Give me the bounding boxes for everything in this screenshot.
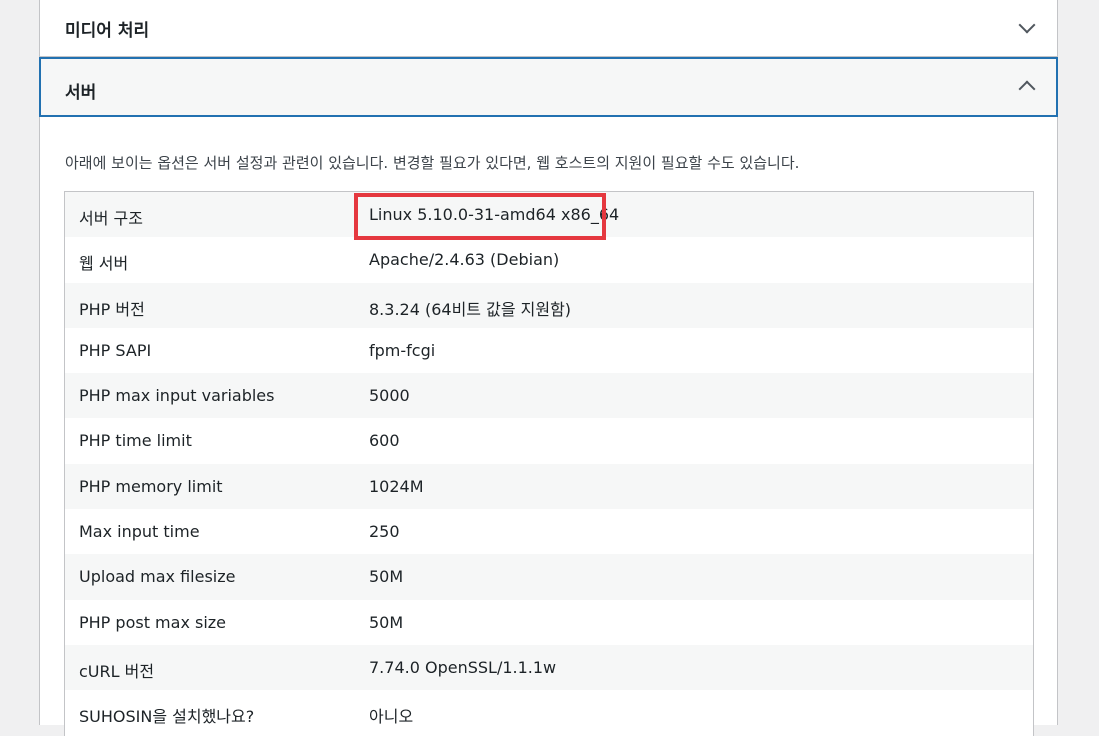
table-row: 웹 서버 Apache/2.4.63 (Debian) [65,237,1033,283]
row-value: 600 [369,431,400,451]
accordion-server-title: 서버 [65,83,97,103]
table-row: PHP max input variables 5000 [65,373,1033,419]
table-row: PHP post max size 50M [65,599,1033,645]
table-row: PHP time limit 600 [65,418,1033,464]
row-label: 웹 서버 [79,254,129,274]
row-value: fpm-fcgi [369,340,436,360]
table-row: SUHOSIN을 설치했나요? 아니오 [65,690,1033,736]
server-description: 아래에 보이는 옵션은 서버 설정과 관련이 있습니다. 변경할 필요가 있다면… [65,154,800,172]
row-label: SUHOSIN을 설치했나요? [79,707,255,727]
table-row: Max input time 250 [65,509,1033,555]
row-label: PHP time limit [79,431,192,451]
chevron-down-icon[interactable] [1018,16,1036,34]
server-info-table: 서버 구조 Linux 5.10.0-31-amd64 x86_64 웹 서버 … [64,191,1034,736]
row-value: Apache/2.4.63 (Debian) [369,250,560,270]
row-value: 7.74.0 OpenSSL/1.1.1w [369,657,557,677]
table-row: Upload max filesize 50M [65,554,1033,600]
table-row: 서버 구조 Linux 5.10.0-31-amd64 x86_64 [65,192,1033,238]
accordion-media-handling[interactable]: 미디어 처리 [39,0,1058,57]
row-label: PHP post max size [79,612,227,632]
row-label: PHP max input variables [79,386,275,406]
chevron-up-icon[interactable] [1018,80,1036,98]
table-row: PHP 버전 8.3.24 (64비트 값을 지원함) [65,282,1033,328]
row-label: 서버 구조 [79,209,143,228]
row-label: PHP 버전 [79,299,145,319]
row-label: Upload max filesize [79,567,236,587]
table-row: cURL 버전 7.74.0 OpenSSL/1.1.1w [65,644,1033,691]
table-row: PHP SAPI fpm-fcgi [65,327,1033,374]
row-value: 50M [369,567,404,587]
row-value: 8.3.24 (64비트 값을 지원함) [369,299,572,319]
accordion-media-title: 미디어 처리 [65,21,150,41]
row-value: 아니오 [369,707,414,727]
row-label: PHP SAPI [79,340,152,360]
row-value: 250 [369,522,400,542]
row-label: Max input time [79,522,200,542]
row-label: PHP memory limit [79,476,223,496]
row-value: 5000 [369,386,410,406]
row-value: 1024M [369,476,424,496]
row-value: 50M [369,612,404,632]
table-row: PHP memory limit 1024M [65,463,1033,510]
accordion-server[interactable]: 서버 [39,57,1058,117]
row-value: Linux 5.10.0-31-amd64 x86_64 [369,205,620,224]
row-label: cURL 버전 [79,661,155,681]
